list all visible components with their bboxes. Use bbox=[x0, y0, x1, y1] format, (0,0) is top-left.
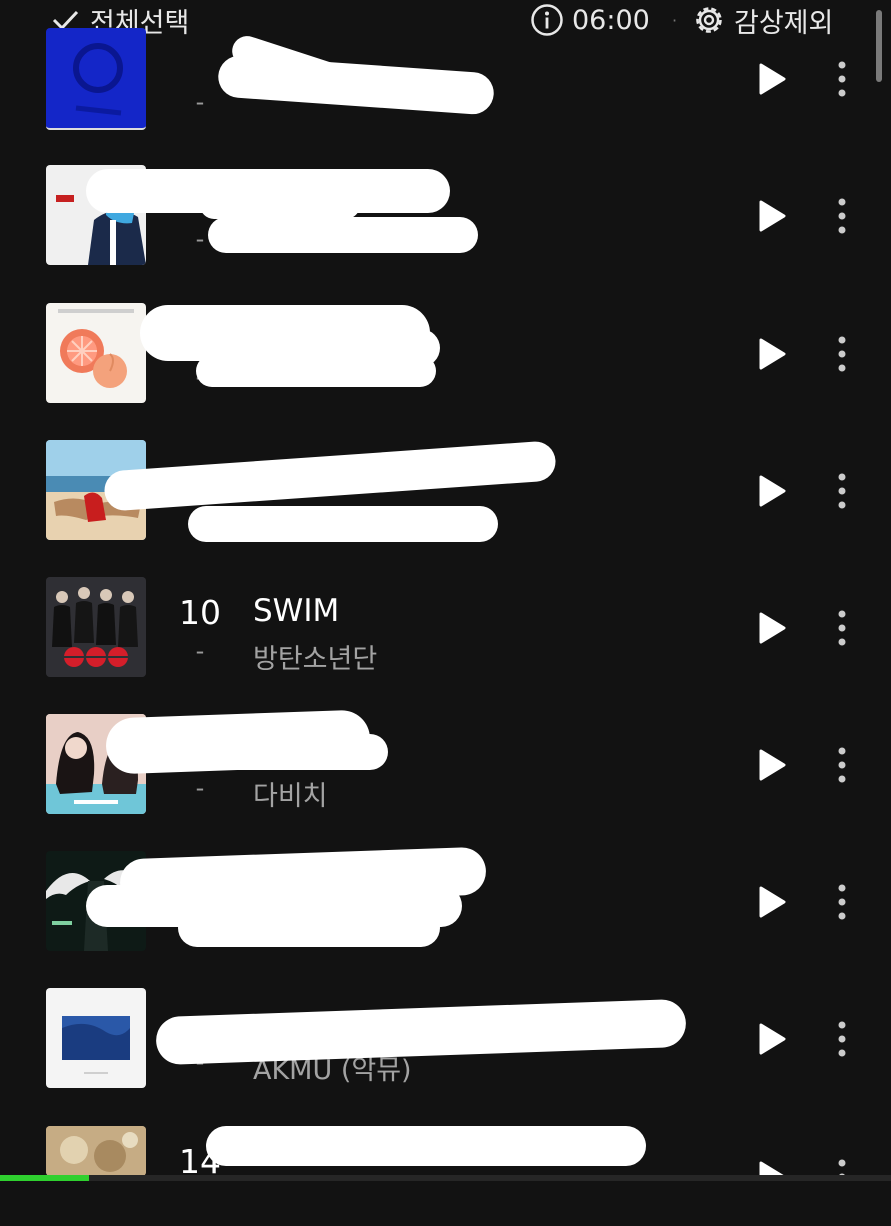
more-vertical-icon[interactable] bbox=[828, 471, 856, 511]
list-item[interactable]: 10 - SWIM 방탄소년단 bbox=[0, 577, 891, 677]
more-vertical-icon[interactable] bbox=[828, 196, 856, 236]
more-vertical-icon[interactable] bbox=[828, 882, 856, 922]
album-cover bbox=[46, 303, 146, 403]
list-item[interactable]: - AKMU (악뮤) bbox=[0, 988, 891, 1088]
play-icon[interactable] bbox=[756, 1021, 788, 1057]
redaction-mark bbox=[178, 909, 440, 947]
list-item[interactable]: - bbox=[0, 440, 891, 542]
redaction-mark bbox=[140, 734, 388, 770]
redaction-mark bbox=[206, 1126, 646, 1166]
play-icon[interactable] bbox=[756, 884, 788, 920]
album-cover bbox=[46, 1126, 146, 1176]
redaction-mark bbox=[155, 998, 687, 1066]
redaction-mark bbox=[188, 506, 498, 542]
rank-change: - bbox=[195, 637, 205, 665]
more-vertical-icon[interactable] bbox=[828, 1019, 856, 1059]
album-cover bbox=[46, 577, 146, 677]
play-icon[interactable] bbox=[756, 336, 788, 372]
redaction-mark bbox=[196, 355, 436, 387]
song-title: SWIM bbox=[253, 593, 340, 629]
list-item[interactable]: - 다비치 bbox=[0, 709, 891, 814]
artist-name: 다비치 bbox=[253, 781, 328, 812]
more-vertical-icon[interactable] bbox=[828, 1157, 856, 1177]
redaction-mark bbox=[208, 217, 478, 253]
rank-change: - bbox=[195, 88, 205, 116]
artist-name: 방탄소년단 bbox=[253, 644, 378, 675]
list-item[interactable]: - bbox=[0, 28, 891, 130]
more-vertical-icon[interactable] bbox=[828, 334, 856, 374]
more-vertical-icon[interactable] bbox=[828, 608, 856, 648]
more-vertical-icon[interactable] bbox=[828, 745, 856, 785]
play-icon[interactable] bbox=[756, 747, 788, 783]
playback-progress-bar[interactable] bbox=[0, 1175, 891, 1181]
rank-number: 10 bbox=[179, 593, 221, 632]
play-icon[interactable] bbox=[756, 473, 788, 509]
play-icon[interactable] bbox=[756, 198, 788, 234]
rank-change: - bbox=[195, 774, 205, 802]
play-icon[interactable] bbox=[756, 610, 788, 646]
playback-progress-fill bbox=[0, 1175, 90, 1181]
redaction-mark bbox=[103, 440, 557, 512]
more-vertical-icon[interactable] bbox=[828, 59, 856, 99]
list-item[interactable]: - bbox=[0, 846, 891, 951]
list-item[interactable]: - bbox=[0, 303, 891, 403]
album-cover bbox=[46, 28, 146, 130]
redaction-mark bbox=[200, 191, 360, 219]
list-item[interactable]: - bbox=[0, 165, 891, 265]
play-icon[interactable] bbox=[756, 61, 788, 97]
album-cover bbox=[46, 988, 146, 1088]
